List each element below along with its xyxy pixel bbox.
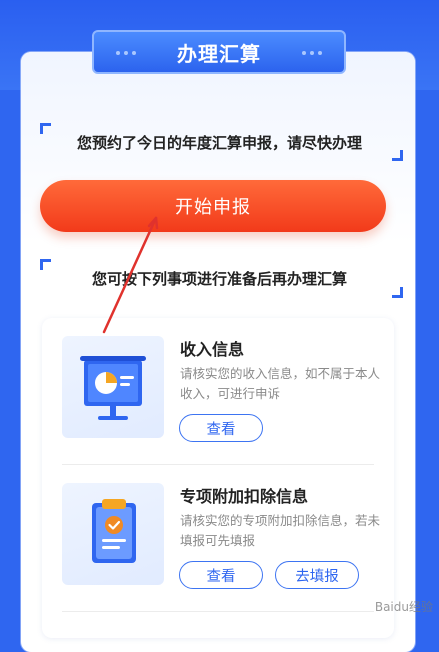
- income-info-desc: 请核实您的收入信息，如不属于本人收入，可进行申诉: [180, 366, 381, 401]
- deduction-fill-button[interactable]: 去填报: [275, 561, 359, 589]
- divider: [62, 611, 374, 612]
- deduction-view-label: 查看: [206, 568, 236, 585]
- prepare-notice: 您可按下列事项进行准备后再办理汇算: [91, 270, 347, 288]
- list-item-deduction: 专项附加扣除信息 请核实您的专项附加扣除信息，若未填报可先填报 查看 去填报: [42, 465, 394, 611]
- badge-dots-left: [116, 51, 136, 55]
- income-view-label: 查看: [206, 421, 236, 438]
- deduction-view-button[interactable]: 查看: [179, 561, 263, 589]
- clipboard-check-icon: [92, 499, 136, 563]
- list-item-income: 收入信息 请核实您的收入信息，如不属于本人收入，可进行申诉 查看: [42, 318, 394, 464]
- corner-bracket-icon: [392, 150, 403, 161]
- income-illustration: [62, 336, 164, 438]
- deduction-info-title: 专项附加扣除信息: [180, 487, 309, 506]
- badge-dots-right: [302, 51, 322, 55]
- deduction-info-desc: 请核实您的专项附加扣除信息，若未填报可先填报: [180, 513, 381, 548]
- reservation-notice: 您预约了今日的年度汇算申报，请尽快办理: [76, 134, 362, 152]
- start-declaration-button[interactable]: 开始申报: [40, 180, 386, 232]
- deduction-illustration: [62, 483, 164, 585]
- start-declaration-label: 开始申报: [175, 197, 251, 218]
- income-info-title: 收入信息: [180, 340, 245, 359]
- income-view-button[interactable]: 查看: [179, 414, 263, 442]
- page-title-badge: 办理汇算: [92, 30, 346, 74]
- page-title: 办理汇算: [177, 41, 261, 66]
- corner-bracket-icon: [392, 287, 403, 298]
- watermark: Baidu经验: [374, 600, 433, 614]
- presentation-chart-icon: [80, 356, 146, 420]
- deduction-fill-label: 去填报: [295, 568, 339, 585]
- prepare-items-list: 收入信息 请核实您的收入信息，如不属于本人收入，可进行申诉 查看 专项附加扣除信…: [42, 318, 394, 638]
